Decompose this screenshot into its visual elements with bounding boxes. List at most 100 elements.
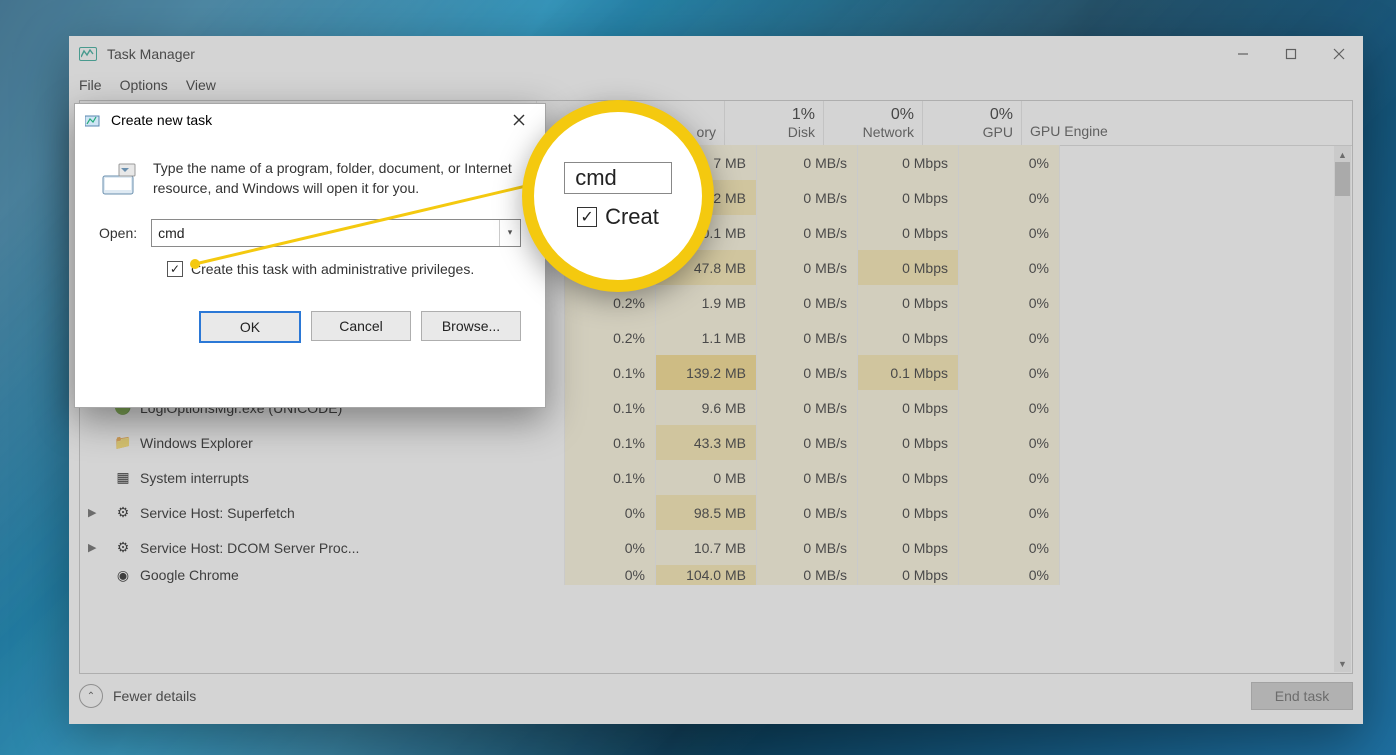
table-row[interactable]: ◉Google Chrome0%104.0 MB0 MB/s0 Mbps0% [80,565,1352,585]
minimize-button[interactable] [1219,36,1267,72]
gpu-cell: 0% [958,495,1059,530]
gpu-engine-cell [1059,390,1352,425]
disk-cell: 0 MB/s [756,355,857,390]
gpu-cell: 0% [958,180,1059,215]
disk-label: Disk [788,124,815,140]
maximize-button[interactable] [1267,36,1315,72]
memory-cell: 139.2 MB [655,355,756,390]
cpu-cell: 0% [564,530,655,565]
cpu-cell: 0.1% [564,425,655,460]
ok-button[interactable]: OK [199,311,301,343]
gpu-cell: 0% [958,215,1059,250]
run-dialog-icon [85,113,103,127]
gpueng-label: GPU Engine [1030,123,1108,139]
zoom-callout: cmd ✓ Creat [522,100,714,292]
network-cell: 0 Mbps [857,215,958,250]
disk-cell: 0 MB/s [756,495,857,530]
network-cell: 0 Mbps [857,250,958,285]
col-gpu-engine[interactable]: 0% GPU Engine [1021,101,1352,145]
window-title: Task Manager [107,46,195,62]
gpu-cell: 0% [958,250,1059,285]
disk-cell: 0 MB/s [756,180,857,215]
network-cell: 0 Mbps [857,460,958,495]
table-row[interactable]: ▶⚙Service Host: DCOM Server Proc...0%10.… [80,530,1352,565]
cancel-button[interactable]: Cancel [311,311,411,341]
scroll-down-icon[interactable]: ▼ [1334,655,1351,672]
gpu-cell: 0% [958,145,1059,180]
gpu-engine-cell [1059,425,1352,460]
gpu-cell: 0% [958,530,1059,565]
taskmgr-icon [79,47,97,61]
open-label: Open: [99,225,137,241]
disk-cell: 0 MB/s [756,530,857,565]
titlebar: Task Manager [69,36,1363,72]
col-disk[interactable]: 1% Disk [724,101,823,145]
disk-cell: 0 MB/s [756,285,857,320]
process-name: System interrupts [140,470,249,486]
network-cell: 0 Mbps [857,180,958,215]
close-button[interactable] [1315,36,1363,72]
callout-input: cmd [564,162,672,194]
cpu-cell: 0.1% [564,355,655,390]
gpu-cell: 0% [958,320,1059,355]
memory-cell: 1.9 MB [655,285,756,320]
disk-cell: 0 MB/s [756,460,857,495]
col-gpu[interactable]: 0% GPU [922,101,1021,145]
memory-cell: 10.7 MB [655,530,756,565]
process-name: Google Chrome [140,567,239,583]
callout-checkbox-icon: ✓ [577,207,597,227]
gpu-cell: 0% [958,390,1059,425]
vertical-scrollbar[interactable]: ▲ ▼ [1334,146,1351,672]
gpu-cell: 0% [958,285,1059,320]
gpu-engine-cell [1059,460,1352,495]
table-row[interactable]: 📁Windows Explorer0.1%43.3 MB0 MB/s0 Mbps… [80,425,1352,460]
gpu-label: GPU [983,124,1013,140]
scroll-thumb[interactable] [1335,162,1350,196]
end-task-button[interactable]: End task [1251,682,1353,710]
callout-chk-label: Creat [605,204,659,230]
open-value: cmd [158,225,184,241]
memory-cell: 104.0 MB [655,565,756,585]
fewer-details-label: Fewer details [113,688,196,704]
network-cell: 0 Mbps [857,320,958,355]
disk-cell: 0 MB/s [756,320,857,355]
scroll-up-icon[interactable]: ▲ [1334,146,1351,163]
gpu-engine-cell [1059,285,1352,320]
table-row[interactable]: ▦System interrupts0.1%0 MB0 MB/s0 Mbps0% [80,460,1352,495]
admin-checkbox[interactable]: ✓ [167,261,183,277]
process-icon: ⚙ [114,539,132,557]
network-cell: 0.1 Mbps [857,355,958,390]
process-name: Service Host: Superfetch [140,505,295,521]
chevron-up-icon: ⌃ [79,684,103,708]
network-cell: 0 Mbps [857,285,958,320]
fewer-details-button[interactable]: ⌃ Fewer details [79,684,196,708]
disk-cell: 0 MB/s [756,145,857,180]
disk-cell: 0 MB/s [756,250,857,285]
disk-cell: 0 MB/s [756,565,857,585]
combo-chevron-down-icon[interactable]: ▾ [499,220,520,246]
process-name-cell: ▦ System interrupts [80,460,564,495]
dialog-close-button[interactable] [499,106,539,134]
browse-button[interactable]: Browse... [421,311,521,341]
network-cell: 0 Mbps [857,390,958,425]
process-icon: ▦ [114,469,132,487]
dialog-text: Type the name of a program, folder, docu… [153,158,521,199]
chevron-right-icon[interactable]: ▶ [88,541,96,554]
mem-label: ory [697,124,716,140]
open-combo[interactable]: cmd ▾ [151,219,521,247]
net-label: Network [863,124,914,140]
menu-view[interactable]: View [186,77,216,93]
gpu-engine-cell [1059,530,1352,565]
gpu-engine-cell [1059,215,1352,250]
col-network[interactable]: 0% Network [823,101,922,145]
cpu-cell: 0.1% [564,460,655,495]
chevron-right-icon[interactable]: ▶ [88,506,96,519]
disk-pct: 1% [792,106,815,124]
menu-file[interactable]: File [79,77,102,93]
disk-cell: 0 MB/s [756,390,857,425]
menu-options[interactable]: Options [120,77,168,93]
table-row[interactable]: ▶⚙Service Host: Superfetch0%98.5 MB0 MB/… [80,495,1352,530]
cpu-cell: 0% [564,565,655,585]
net-pct: 0% [891,106,914,124]
process-icon: ◉ [114,566,132,584]
